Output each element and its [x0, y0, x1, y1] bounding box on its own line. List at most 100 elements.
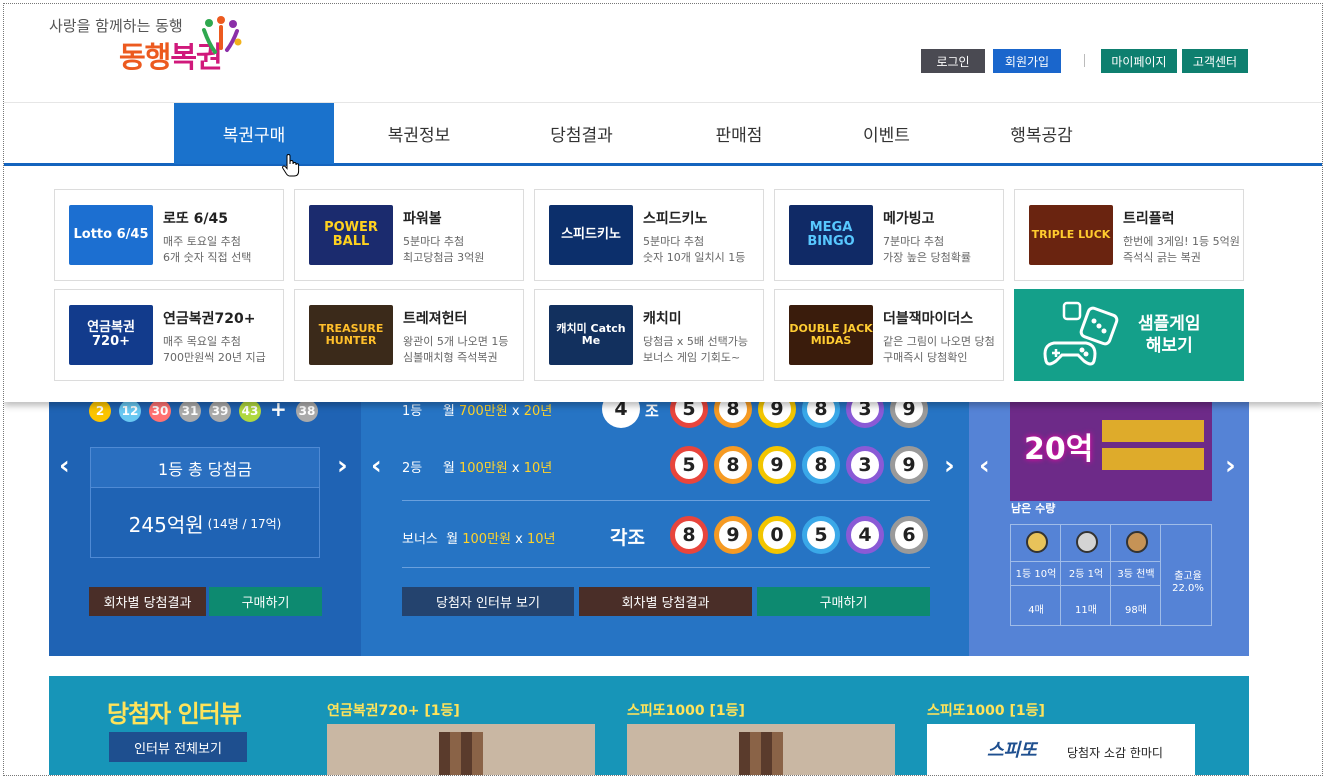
game-card[interactable]: 캐치미 Catch Me 캐치미 당첨금 x 5배 선택가능 보너스 게임 기회도~: [534, 289, 764, 381]
prize-row-bonus: 보너스 월 100만원 x 10년: [402, 528, 556, 547]
game-desc-line: 5분마다 추첨: [643, 235, 705, 248]
lotto-next-arrow-icon[interactable]: ›: [337, 451, 348, 481]
game-desc: 매주 목요일 추첨 700만원씩 20년 지급: [163, 334, 266, 366]
interview-card-title[interactable]: 연금복권720+ [1등]: [327, 700, 460, 720]
page-frame: 사랑을 함께하는 동행 동행복권 로그인 회원가입 마이페이지 고객센터 복권구…: [3, 3, 1323, 776]
logo-text-part1: 동행: [119, 40, 171, 74]
lotto-results-button[interactable]: 회차별 당첨결과: [89, 587, 206, 616]
game-card[interactable]: POWER BALL 파워볼 5분마다 추첨 최고당첨금 3억원: [294, 189, 524, 281]
nav-item-buy[interactable]: 복권구매: [174, 103, 334, 164]
stock-label: 남은 수량: [1011, 502, 1056, 515]
game-desc-line: 구매즉시 당첨확인: [883, 351, 968, 364]
lotto-ball: 30: [149, 400, 171, 422]
pension-next-arrow-icon[interactable]: ›: [944, 451, 955, 481]
game-desc: 매주 토요일 추첨 6개 숫자 직접 선택: [163, 234, 251, 266]
game-name: 스피드키노: [643, 211, 708, 227]
pension-number-ball: 3: [846, 446, 884, 484]
pension-buy-button[interactable]: 구매하기: [757, 587, 930, 616]
prize-years: 20년: [523, 404, 553, 419]
game-desc-line: 같은 그림이 나오면 당첨: [883, 335, 995, 348]
game-name: 로또 6/45: [163, 211, 228, 227]
medal-icon: [1076, 531, 1098, 553]
customer-center-button[interactable]: 고객센터: [1182, 49, 1248, 73]
game-card[interactable]: Lotto 6/45 로또 6/45 매주 토요일 추첨 6개 숫자 직접 선택: [54, 189, 284, 281]
pension-results-button[interactable]: 회차별 당첨결과: [579, 587, 752, 616]
tier-count: 98매: [1125, 605, 1147, 616]
prize-row-2: 2등 월 100만원 x 10년: [402, 457, 552, 476]
instant-next-arrow-icon[interactable]: ›: [1225, 451, 1236, 481]
signup-button[interactable]: 회원가입: [993, 49, 1061, 73]
prize-rank: 보너스: [402, 532, 438, 547]
game-desc: 한번에 3게임! 1등 5억원즉석식 긁는 복권: [1123, 234, 1240, 266]
game-desc-line: 매주 토요일 추첨: [163, 235, 241, 248]
ticket-stripe: [1102, 448, 1204, 470]
game-name: 파워볼: [403, 211, 442, 227]
interview-card-title[interactable]: 스피또1000 [1등]: [927, 700, 1045, 720]
lotto-ball: 31: [179, 400, 201, 422]
winner-interview-button[interactable]: 당첨자 인터뷰 보기: [402, 587, 574, 616]
prize-rank: 1등: [402, 404, 423, 419]
nav-item-happiness[interactable]: 행복공감: [969, 103, 1114, 164]
lotto-prev-arrow-icon[interactable]: ‹: [59, 451, 70, 481]
slogan: 사랑을 함께하는 동행: [49, 17, 183, 35]
interview-view-all-button[interactable]: 인터뷰 전체보기: [109, 732, 247, 762]
game-desc-line: 즉석식 긁는 복권: [1123, 251, 1201, 264]
game-card[interactable]: TREASURE HUNTER 트레져헌터 왕관이 5개 나오면 1등 심볼매치형 즉…: [294, 289, 524, 381]
game-thumbnail: 연금복권720+: [69, 305, 153, 365]
game-thumbnail: MEGA BINGO: [789, 205, 873, 265]
game-desc: 5분마다 추첨숫자 10개 일치시 1등: [643, 234, 745, 266]
game-card[interactable]: 연금복권720+ 연금복권720+ 매주 목요일 추첨 700만원씩 20년 지급: [54, 289, 284, 381]
prize-amount: 100만원: [462, 532, 511, 547]
interview-photo[interactable]: [327, 724, 595, 775]
game-thumbnail: 캐치미 Catch Me: [549, 305, 633, 365]
prize-x: x: [515, 532, 523, 547]
nav-item-events[interactable]: 이벤트: [819, 103, 954, 164]
game-desc-line: 숫자 10개 일치시 1등: [643, 251, 746, 264]
sample-game-button[interactable]: 샘플게임 해보기: [1014, 289, 1244, 381]
lotto-buy-button[interactable]: 구매하기: [209, 587, 322, 616]
pension-number-ball: 5: [802, 516, 840, 554]
sales-rate-value: 22.0%: [1172, 583, 1204, 594]
game-name: 트레져헌터: [403, 311, 468, 327]
game-desc-line: 한번에 3게임! 1등 5억원: [1123, 235, 1240, 248]
lotto-ball: 43: [239, 400, 261, 422]
prize-amount: 100만원: [459, 461, 508, 476]
game-desc-line: 왕관이 5개 나오면 1등: [403, 335, 509, 348]
interview-card-title[interactable]: 스피또1000 [1등]: [627, 700, 745, 720]
game-desc-line: 최고당첨금 3억원: [403, 251, 485, 264]
lotto-ball: 2: [89, 400, 111, 422]
stock-row-line: [1011, 561, 1161, 562]
tier-label: 3등 천백: [1117, 569, 1155, 580]
game-desc: 7분마다 추첨 가장 높은 당첨확률: [883, 234, 971, 266]
pension-number-ball: 4: [846, 516, 884, 554]
prize-amount: 700만원: [459, 404, 508, 419]
prize-month: 월: [442, 404, 455, 419]
sample-line2: 해보기: [1145, 336, 1193, 356]
prize-x: x: [511, 404, 520, 419]
mypage-button[interactable]: 마이페이지: [1101, 49, 1177, 73]
game-thumbnail: TRIPLE LUCK: [1029, 205, 1113, 265]
pension-prev-arrow-icon[interactable]: ‹: [371, 451, 382, 481]
nav-item-info[interactable]: 복권정보: [344, 103, 494, 164]
game-card[interactable]: DOUBLE JACK MIDAS 더블잭마이더스 같은 그림이 나오면 당첨 구매즉…: [774, 289, 1004, 381]
game-desc-line: 7분마다 추첨: [883, 235, 945, 248]
pixelated-face: [439, 732, 483, 775]
instant-prev-arrow-icon[interactable]: ‹: [979, 451, 990, 481]
game-thumbnail: POWER BALL: [309, 205, 393, 265]
instant-ticket-image[interactable]: 20억: [1010, 396, 1212, 501]
pension-number-ball: 8: [714, 446, 752, 484]
tier-label: 1등 10억: [1015, 569, 1057, 580]
nav-item-stores[interactable]: 판매점: [674, 103, 804, 164]
interview-photo[interactable]: 스피또 당첨자 소감 한마디: [927, 724, 1195, 775]
game-desc: 왕관이 5개 나오면 1등 심볼매치형 즉석복권: [403, 334, 508, 366]
game-card[interactable]: 스피드키노 스피드키노 5분마다 추첨 숫자 10개 일치시 1등: [534, 189, 764, 281]
logo-people-icon: [202, 16, 242, 54]
nav-item-results[interactable]: 당첨결과: [509, 103, 654, 164]
interview-photo[interactable]: [627, 724, 895, 775]
game-card[interactable]: TRIPLE LUCK 트리플럭 한번에 3게임! 1등 5억원 즉석식 긁는 복권: [1014, 189, 1244, 281]
login-button[interactable]: 로그인: [921, 49, 985, 73]
game-desc: 같은 그림이 나오면 당첨구매즉시 당첨확인: [883, 334, 995, 366]
prize-years: 10년: [526, 532, 556, 547]
lotto-ball: 39: [209, 400, 231, 422]
game-card[interactable]: MEGA BINGO 메가빙고 7분마다 추첨 가장 높은 당첨확률: [774, 189, 1004, 281]
